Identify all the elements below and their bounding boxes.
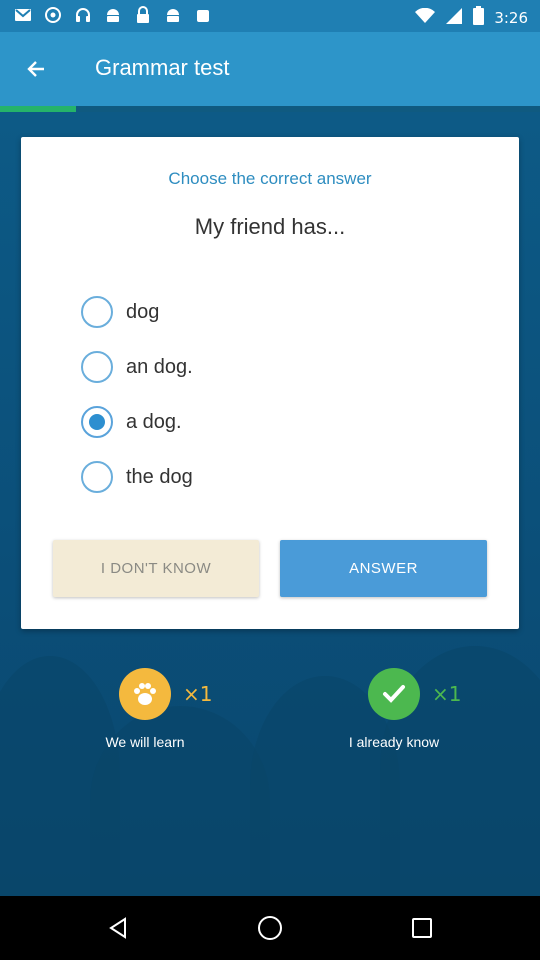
android-icon: [164, 6, 182, 24]
check-icon: [368, 668, 420, 720]
back-button[interactable]: [14, 47, 58, 91]
photos-icon: [44, 6, 62, 24]
know-label: I already know: [348, 734, 440, 750]
nav-back-button[interactable]: [98, 908, 138, 948]
wifi-icon: [415, 7, 436, 28]
answer-option[interactable]: dog: [81, 292, 159, 332]
answer-option[interactable]: a dog.: [81, 402, 182, 442]
option-label: the dog: [126, 465, 193, 488]
signal-icon: [445, 7, 463, 29]
option-label: an dog.: [126, 355, 193, 378]
question-text: My friend has...: [194, 214, 346, 239]
status-bar: 3:26: [0, 0, 540, 32]
know-count: ×1: [432, 682, 462, 706]
nav-home-button[interactable]: [250, 908, 290, 948]
paw-icon: [119, 668, 171, 720]
question-card: Choose the correct answer My friend has.…: [21, 137, 519, 629]
option-label: dog: [126, 300, 160, 323]
radio-button[interactable]: [81, 406, 113, 438]
page-title: Grammar test: [95, 55, 230, 80]
nav-home-icon: [258, 916, 282, 940]
dont-know-button[interactable]: I DON'T KNOW: [53, 540, 259, 597]
android-icon: [104, 6, 122, 24]
gmail-icon: [14, 6, 32, 24]
headset-icon: [74, 6, 92, 24]
status-right: 3:26: [415, 6, 528, 29]
option-label: a dog.: [126, 410, 182, 433]
answer-option[interactable]: an dog.: [81, 347, 193, 387]
learn-label: We will learn: [105, 734, 185, 750]
answer-option[interactable]: the dog: [81, 457, 193, 497]
navigation-bar: [0, 896, 540, 960]
android-icon: [194, 6, 212, 24]
nav-recents-button[interactable]: [402, 908, 442, 948]
answer-button[interactable]: ANSWER: [280, 540, 487, 597]
status-time: 3:26: [494, 8, 528, 27]
arrow-back-icon: [27, 61, 44, 77]
notification-icons: [14, 6, 212, 24]
instruction-text: Choose the correct answer: [168, 169, 372, 188]
lock-icon: [134, 6, 152, 24]
nav-back-icon: [109, 917, 126, 939]
radio-button[interactable]: [81, 351, 113, 383]
radio-button[interactable]: [81, 296, 113, 328]
battery-icon: [473, 6, 485, 29]
learn-count: ×1: [183, 682, 213, 706]
nav-recents-icon: [412, 918, 432, 938]
radio-button[interactable]: [81, 461, 113, 493]
app-bar: Grammar test: [0, 32, 540, 106]
